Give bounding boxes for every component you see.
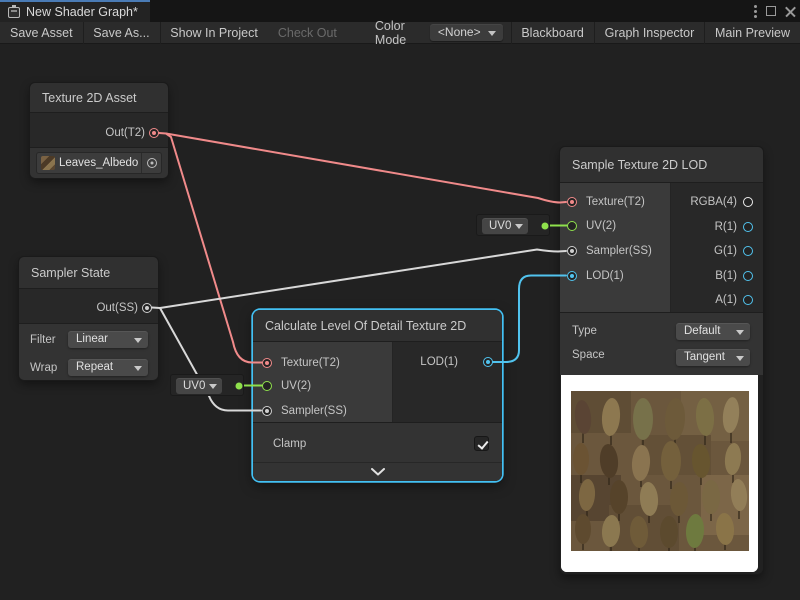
check-out-button: Check Out: [268, 22, 347, 44]
node-header[interactable]: Calculate Level Of Detail Texture 2D: [253, 310, 502, 342]
port-in-lod[interactable]: [567, 271, 577, 281]
save-as-button[interactable]: Save As...: [83, 22, 159, 44]
node-header[interactable]: Texture 2D Asset: [30, 83, 168, 113]
node-calculate-lod[interactable]: Calculate Level Of Detail Texture 2D Tex…: [253, 310, 502, 481]
node-title: Texture 2D Asset: [42, 91, 137, 105]
clamp-checkbox[interactable]: [474, 436, 489, 451]
color-mode-label: Color Mode: [347, 19, 430, 47]
shader-graph-icon: [8, 7, 20, 18]
object-picker-icon: [147, 158, 157, 168]
port-label-texture: Texture(T2): [281, 357, 340, 369]
wrap-label: Wrap: [30, 362, 57, 374]
save-asset-button[interactable]: Save Asset: [0, 22, 83, 44]
port-label-a: A(1): [715, 294, 737, 306]
node-header[interactable]: Sampler State: [19, 257, 158, 289]
wrap-dropdown[interactable]: Repeat: [68, 359, 148, 376]
port-label-out-ss: Out(SS): [96, 302, 138, 314]
main-preview-button[interactable]: Main Preview: [705, 22, 800, 44]
port-label-out-t2: Out(T2): [105, 127, 145, 139]
port-in-uv[interactable]: [567, 221, 577, 231]
space-label: Space: [572, 349, 605, 361]
space-dropdown[interactable]: Tangent: [676, 349, 750, 366]
clamp-label: Clamp: [273, 438, 306, 450]
port-label-b: B(1): [715, 270, 737, 282]
graph-inspector-button[interactable]: Graph Inspector: [595, 22, 705, 44]
port-out-t2[interactable]: [149, 128, 159, 138]
graph-tab[interactable]: New Shader Graph*: [0, 0, 150, 22]
uv-channel-widget: UV0: [170, 374, 244, 396]
node-header[interactable]: Sample Texture 2D LOD: [560, 147, 763, 183]
node-title: Sampler State: [31, 266, 110, 280]
port-label-sampler: Sampler(SS): [281, 405, 347, 417]
node-title: Calculate Level Of Detail Texture 2D: [265, 319, 466, 333]
port-out-b[interactable]: [743, 271, 753, 281]
port-in-sampler[interactable]: [567, 246, 577, 256]
port-in-texture[interactable]: [567, 197, 577, 207]
node-sampler-state[interactable]: Sampler State Out(SS) Filter Linear Wrap…: [19, 257, 158, 380]
close-icon[interactable]: [785, 6, 796, 17]
port-in-sampler[interactable]: [262, 406, 272, 416]
type-label: Type: [572, 325, 597, 337]
object-picker-button[interactable]: [141, 153, 161, 173]
port-label-lod: LOD(1): [586, 270, 624, 282]
node-title: Sample Texture 2D LOD: [572, 158, 707, 172]
leaves-texture-preview: [561, 375, 758, 572]
port-out-r[interactable]: [743, 222, 753, 232]
shader-graph-window: New Shader Graph* Save Asset Save As... …: [0, 0, 800, 600]
filter-label: Filter: [30, 334, 56, 346]
filter-dropdown[interactable]: Linear: [68, 331, 148, 348]
port-label-texture: Texture(T2): [586, 196, 645, 208]
node-sample-texture-2d-lod[interactable]: Sample Texture 2D LOD Texture(T2) UV(2) …: [560, 147, 763, 574]
port-out-ss[interactable]: [142, 303, 152, 313]
port-label-r: R(1): [715, 221, 737, 233]
port-label-rgba: RGBA(4): [690, 196, 737, 208]
port-label-lod-out: LOD(1): [420, 356, 458, 368]
uv-widget-port[interactable]: [236, 383, 243, 390]
port-out-lod[interactable]: [483, 357, 493, 367]
node-texture-2d-asset[interactable]: Texture 2D Asset Out(T2) Leaves_Albedo: [30, 83, 168, 178]
tab-title: New Shader Graph*: [26, 5, 138, 19]
window-menu-icon[interactable]: [754, 5, 757, 18]
show-in-project-button[interactable]: Show In Project: [160, 22, 268, 44]
texture-asset-name: Leaves_Albedo: [59, 157, 141, 169]
port-in-uv[interactable]: [262, 381, 272, 391]
uv-channel-dropdown[interactable]: UV0: [482, 218, 528, 234]
uv-widget-port[interactable]: [542, 223, 549, 230]
port-label-uv: UV(2): [586, 220, 616, 232]
collapse-preview-button[interactable]: [253, 462, 502, 481]
color-mode-dropdown[interactable]: <None>: [430, 24, 503, 41]
uv-channel-dropdown[interactable]: UV0: [176, 378, 222, 394]
edge-lod-to-sample[interactable]: [493, 276, 566, 363]
port-out-g[interactable]: [743, 246, 753, 256]
edge-sampler-to-sample[interactable]: [152, 250, 566, 309]
port-label-sampler: Sampler(SS): [586, 245, 652, 257]
toolbar: Save Asset Save As... Show In Project Ch…: [0, 22, 800, 44]
port-out-a[interactable]: [743, 295, 753, 305]
edge-texture-to-calc[interactable]: [166, 134, 262, 363]
blackboard-button[interactable]: Blackboard: [511, 22, 594, 44]
uv-channel-widget: UV0: [476, 214, 550, 236]
chevron-down-icon: [371, 468, 385, 476]
port-out-rgba[interactable]: [743, 197, 753, 207]
texture-thumbnail-icon: [41, 156, 55, 170]
maximize-icon[interactable]: [766, 6, 776, 16]
texture-asset-field[interactable]: Leaves_Albedo: [36, 152, 162, 174]
port-label-uv: UV(2): [281, 380, 311, 392]
type-dropdown[interactable]: Default: [676, 323, 750, 340]
node-preview-image: [561, 375, 758, 572]
port-label-g: G(1): [714, 245, 737, 257]
port-in-texture[interactable]: [262, 358, 272, 368]
edge-texture-to-sample[interactable]: [159, 133, 566, 203]
